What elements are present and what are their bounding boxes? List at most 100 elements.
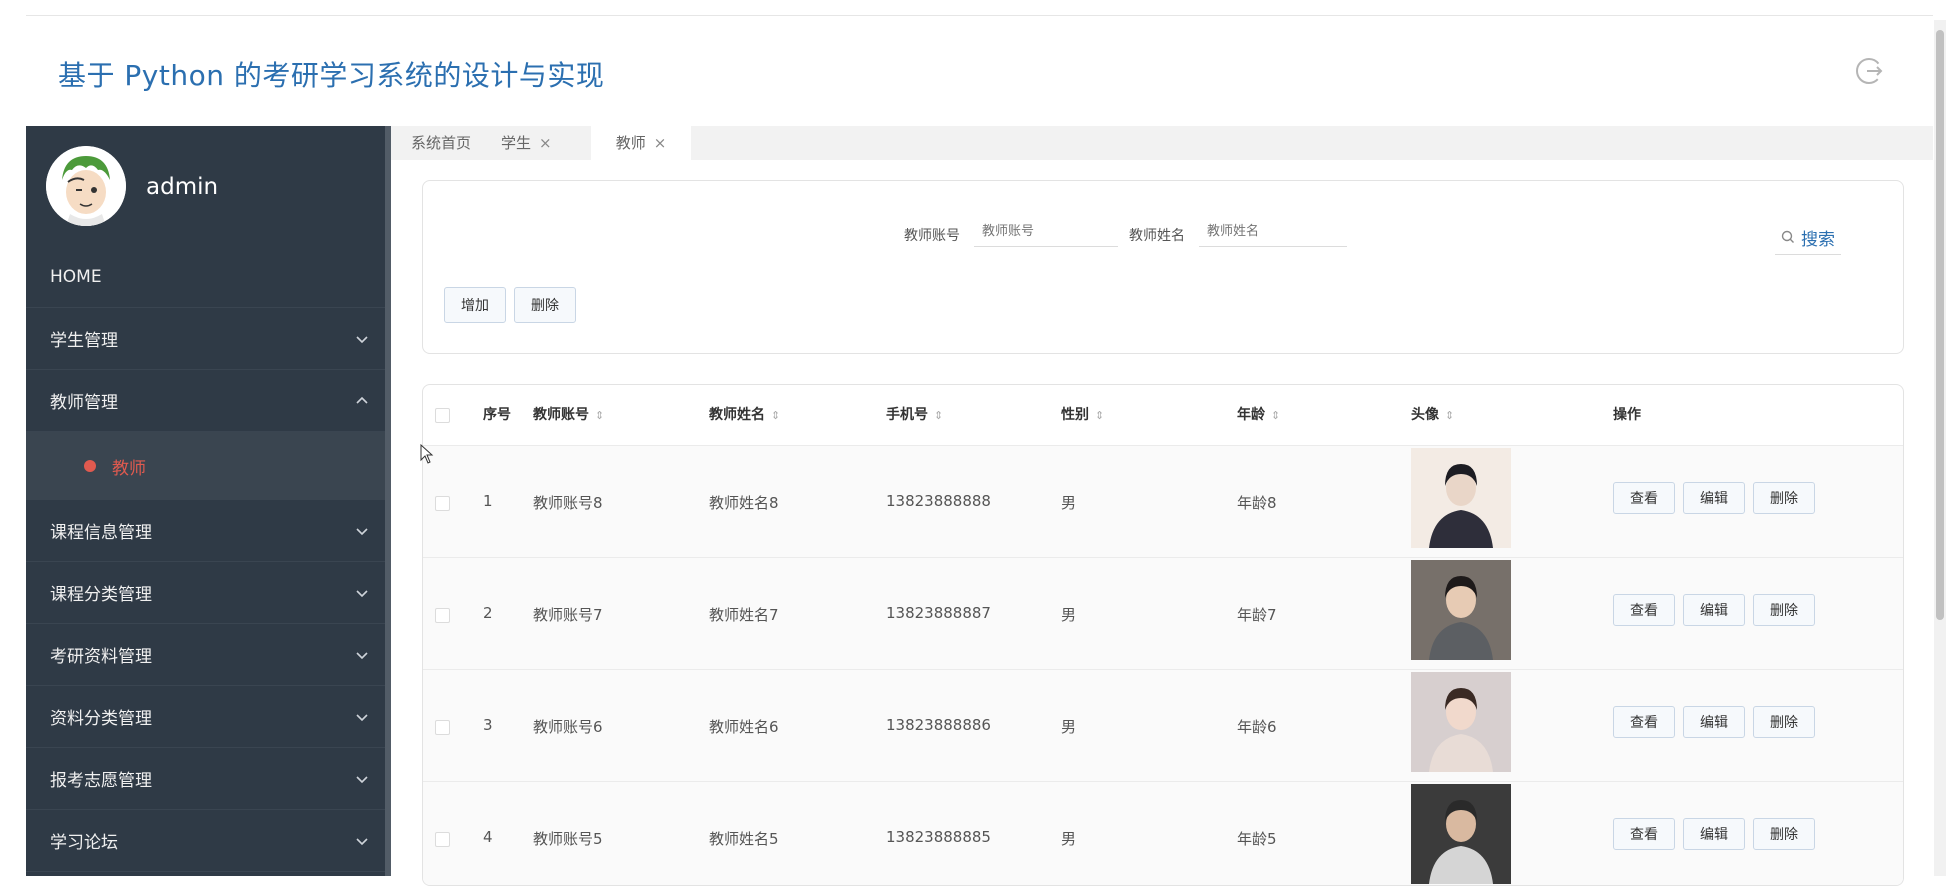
delete-button[interactable]: 删除 [1753,594,1815,626]
column-header-5[interactable]: 年龄 ⇕ [1237,385,1280,445]
teacher-photo [1411,560,1511,660]
cell-age: 年龄7 [1237,606,1277,624]
chevron-down-icon [356,714,368,722]
edit-button[interactable]: 编辑 [1683,818,1745,850]
row-checkbox[interactable] [435,608,450,623]
logout-icon[interactable] [1854,56,1884,86]
avatar-icon[interactable] [46,146,126,226]
name-search-input[interactable] [1199,217,1347,247]
cell-phone: 13823888888 [886,492,991,510]
column-header-4[interactable]: 性别 ⇕ [1061,385,1104,445]
sidebar-item-2[interactable]: 教师管理 [26,370,391,432]
cell-phone: 13823888887 [886,604,991,622]
cell-gender: 男 [1061,606,1077,624]
column-header-label: 序号 [483,407,511,423]
sidebar-item-label: HOME [50,266,102,287]
close-icon[interactable]: × [539,134,552,152]
edit-button[interactable]: 编辑 [1683,482,1745,514]
username: admin [146,174,219,200]
cell-index: 4 [483,828,493,846]
row-checkbox[interactable] [435,832,450,847]
sort-icon[interactable]: ⇕ [771,409,780,422]
column-header-2[interactable]: 教师姓名 ⇕ [709,385,780,445]
scrollbar-thumb[interactable] [1936,30,1944,620]
sidebar-item-5[interactable]: 考研资料管理 [26,624,391,686]
column-header-6[interactable]: 头像 ⇕ [1411,385,1454,445]
row-checkbox[interactable] [435,496,450,511]
column-header-3[interactable]: 手机号 ⇕ [886,385,943,445]
cell-age: 年龄5 [1237,830,1277,848]
search-button[interactable]: 搜索 [1775,220,1841,255]
teacher-table: 序号 教师账号 ⇕ 教师姓名 ⇕ 手机号 ⇕ 性别 ⇕ 年龄 ⇕ 头像 ⇕ 操作 1 教师账号8 教师姓名8 13… [422,384,1904,886]
chevron-down-icon [356,528,368,536]
tab-1[interactable]: 学生 × [501,126,571,160]
cell-account: 教师账号6 [533,718,603,736]
column-header-label: 教师账号 [533,407,589,423]
cell-age: 年龄6 [1237,718,1277,736]
delete-button[interactable]: 删除 [1753,818,1815,850]
sidebar-item-4[interactable]: 课程分类管理 [26,562,391,624]
view-button[interactable]: 查看 [1613,818,1675,850]
column-header-label: 年龄 [1237,407,1265,423]
column-header-label: 头像 [1411,407,1439,423]
delete-button[interactable]: 删除 [1753,706,1815,738]
sidebar-item-3[interactable]: 课程信息管理 [26,500,391,562]
tab-0[interactable]: 系统首页 [411,126,481,160]
tab-2[interactable]: 教师 × [591,126,691,160]
cell-gender: 男 [1061,830,1077,848]
view-button[interactable]: 查看 [1613,706,1675,738]
column-header-label: 性别 [1061,407,1089,423]
close-icon[interactable]: × [654,134,667,152]
search-icon [1781,230,1794,243]
cell-account: 教师账号8 [533,494,603,512]
column-header-label: 操作 [1613,407,1641,423]
sidebar-item-8[interactable]: 学习论坛 [26,810,391,872]
page-scrollbar[interactable] [1934,20,1946,876]
cell-name: 教师姓名7 [709,606,779,624]
sidebar-subitem-2-0[interactable]: 教师 [26,432,391,500]
search-button-label: 搜索 [1801,229,1835,250]
sort-icon[interactable]: ⇕ [1095,409,1104,422]
teacher-photo [1411,672,1511,772]
column-header-7: 操作 [1613,385,1641,445]
cell-gender: 男 [1061,718,1077,736]
column-header-1[interactable]: 教师账号 ⇕ [533,385,604,445]
chevron-down-icon [356,652,368,660]
edit-button[interactable]: 编辑 [1683,594,1745,626]
chevron-down-icon [356,336,368,344]
view-button[interactable]: 查看 [1613,482,1675,514]
add-button[interactable]: 增加 [444,287,506,323]
cell-age: 年龄8 [1237,494,1277,512]
sidebar-item-6[interactable]: 资料分类管理 [26,686,391,748]
cell-gender: 男 [1061,494,1077,512]
row-checkbox[interactable] [435,720,450,735]
sidebar-item-label: 资料分类管理 [50,709,152,729]
mouse-pointer-icon [420,444,434,464]
account-label: 教师账号 [904,228,960,244]
chevron-down-icon [356,776,368,784]
column-header-0: 序号 [483,385,511,445]
sort-icon[interactable]: ⇕ [1271,409,1280,422]
view-button[interactable]: 查看 [1613,594,1675,626]
sort-icon[interactable]: ⇕ [1445,409,1454,422]
page: 基于 Python 的考研学习系统的设计与实现 admin HOME 学生管理 … [0,0,1950,886]
sidebar-item-7[interactable]: 报考志愿管理 [26,748,391,810]
batch-delete-button[interactable]: 删除 [514,287,576,323]
account-search-input[interactable] [974,217,1118,247]
sidebar-item-label: 学习论坛 [50,833,118,853]
search-card: 教师账号 教师姓名 搜索 增加 删除 [422,180,1904,354]
sidebar-item-1[interactable]: 学生管理 [26,308,391,370]
table-row: 3 教师账号6 教师姓名6 13823888886 男 年龄6 查看 编辑 删除 [423,669,1903,782]
sidebar-item-label: 课程分类管理 [50,585,152,605]
sort-icon[interactable]: ⇕ [595,409,604,422]
select-all-checkbox[interactable] [435,408,450,423]
sidebar-item-0[interactable]: HOME [26,246,391,308]
sidebar-item-label: 课程信息管理 [50,523,152,543]
table-row: 1 教师账号8 教师姓名8 13823888888 男 年龄8 查看 编辑 删除 [423,445,1903,558]
sort-icon[interactable]: ⇕ [934,409,943,422]
delete-button[interactable]: 删除 [1753,482,1815,514]
header: 基于 Python 的考研学习系统的设计与实现 [26,16,1933,126]
edit-button[interactable]: 编辑 [1683,706,1745,738]
sidebar-subitem-label: 教师 [112,458,146,479]
table-row: 2 教师账号7 教师姓名7 13823888887 男 年龄7 查看 编辑 删除 [423,557,1903,670]
